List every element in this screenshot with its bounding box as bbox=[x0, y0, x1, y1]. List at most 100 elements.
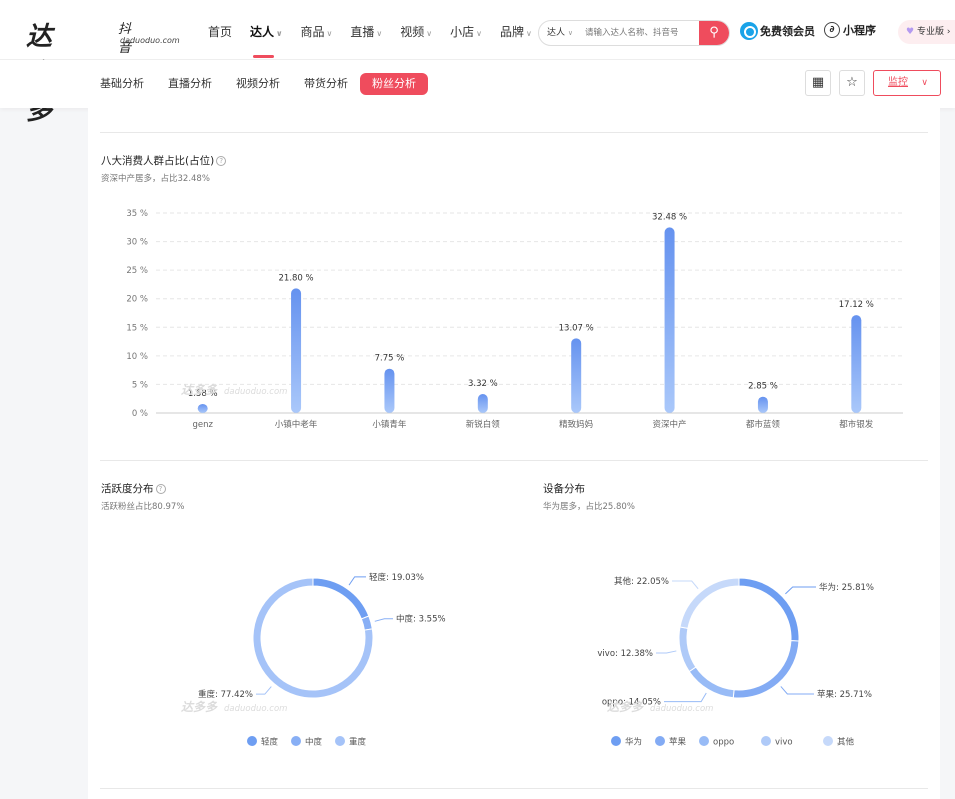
leader-line bbox=[785, 586, 816, 595]
y-tick-label: 15 % bbox=[126, 323, 148, 333]
tab-analysis-2[interactable]: 视频分析 bbox=[236, 73, 280, 95]
leader-line bbox=[348, 576, 366, 586]
main-nav: 首页 达人 ∨ 商品 ∨ 直播 ∨ 视频 ∨ 小店 ∨ 品牌 ∨ bbox=[208, 0, 550, 60]
search-button[interactable]: ⚲ bbox=[699, 21, 729, 45]
x-tick-label: 小镇青年 bbox=[372, 419, 407, 430]
qrcode-button[interactable]: ▦ bbox=[805, 70, 831, 96]
divider bbox=[100, 788, 928, 789]
help-icon[interactable]: ? bbox=[216, 156, 227, 166]
slice-label: 苹果: 25.71% bbox=[817, 689, 872, 700]
divider bbox=[100, 460, 928, 461]
favorite-button[interactable]: ☆ bbox=[839, 70, 865, 96]
device-section-title: 设备分布 bbox=[543, 483, 585, 495]
nav-item-label: 首页 bbox=[208, 25, 233, 39]
activity-section-subtitle: 活跃粉丝占比80.97% bbox=[101, 502, 185, 512]
watermark-logo: 达多多 bbox=[181, 700, 218, 714]
qrcode-icon: ▦ bbox=[811, 75, 825, 90]
nav-item-1[interactable]: 达人 ∨ bbox=[250, 0, 283, 60]
chevron-down-icon: ∨ bbox=[376, 29, 383, 38]
consumer-bar-chart: 0 %5 %10 %15 %20 %25 %30 %35 %1.58 %genz… bbox=[126, 209, 903, 430]
slice-label: 华为: 25.81% bbox=[819, 582, 874, 593]
mini-program-link[interactable]: ∂ 小程序 bbox=[824, 22, 876, 38]
consumer-title-text: 八大消费人群占比(占位) bbox=[101, 155, 215, 167]
fans-analysis-panel: 八大消费人群占比(占位)? 资深中产居多，占比32.48% 0 % 5 % 10 %… bbox=[88, 108, 940, 799]
logo-url: daduoduo.com bbox=[120, 36, 180, 45]
watermark-text: daduoduo.com bbox=[224, 704, 287, 714]
legend-swatch bbox=[699, 736, 709, 746]
y-tick-label: 10 % bbox=[126, 352, 148, 362]
legend-label: 轻度 bbox=[261, 737, 279, 748]
monitor-button[interactable]: 监控 ∨ bbox=[873, 70, 941, 96]
watermark-logo: 达多多 bbox=[607, 700, 644, 714]
pro-version-button[interactable]: ♥ 专业版 › bbox=[898, 20, 955, 44]
leader-line bbox=[780, 686, 814, 695]
divider bbox=[100, 132, 928, 133]
y-tick-label: 25 % bbox=[126, 266, 148, 276]
chevron-down-icon: ∨ bbox=[476, 29, 483, 38]
analysis-subnav: 基础分析 直播分析 视频分析 带货分析 粉丝分析 ▦ ☆ 监控 ∨ bbox=[0, 60, 955, 108]
search-type-select[interactable]: 达人 ∨ bbox=[547, 21, 573, 45]
search-icon: ⚲ bbox=[709, 25, 719, 40]
nav-item-4[interactable]: 视频 ∨ bbox=[400, 0, 432, 60]
legend-label: vivo bbox=[775, 738, 793, 748]
search-box: 达人 ∨ ⚲ bbox=[538, 20, 730, 46]
nav-item-5[interactable]: 小店 ∨ bbox=[450, 0, 482, 60]
star-icon: ☆ bbox=[846, 75, 858, 90]
x-tick-label: 都市银发 bbox=[839, 419, 874, 430]
leader-line bbox=[664, 692, 707, 703]
legend-label: 重度 bbox=[349, 737, 367, 748]
bar bbox=[757, 396, 768, 413]
x-tick-label: genz bbox=[192, 420, 213, 430]
slice-label: 重度: 77.42% bbox=[198, 689, 253, 700]
nav-item-label: 视频 bbox=[400, 25, 425, 39]
search-input[interactable] bbox=[585, 21, 701, 45]
bar bbox=[851, 315, 862, 413]
tab-analysis-0[interactable]: 基础分析 bbox=[100, 73, 144, 95]
activity-title-text: 活跃度分布 bbox=[101, 483, 154, 495]
activity-section-title: 活跃度分布? bbox=[101, 481, 166, 496]
diamond-icon: ♥ bbox=[906, 27, 915, 37]
legend-swatch bbox=[611, 736, 621, 746]
bar-value-label: 3.32 % bbox=[468, 379, 498, 389]
device-section-subtitle: 华为居多，占比25.80% bbox=[543, 502, 635, 512]
monitor-label: 监控 bbox=[888, 77, 908, 88]
nav-item-0[interactable]: 首页 bbox=[208, 0, 232, 60]
legend-label: 其他 bbox=[837, 737, 855, 748]
legend-swatch bbox=[655, 736, 665, 746]
legend-label: 中度 bbox=[305, 737, 323, 748]
vip-label: 免费领会员 bbox=[760, 25, 815, 38]
x-tick-label: 资深中产 bbox=[653, 419, 687, 430]
nav-item-6[interactable]: 品牌 ∨ bbox=[500, 0, 532, 60]
bar-value-label: 2.85 % bbox=[748, 382, 778, 392]
slice-label: vivo: 12.38% bbox=[597, 649, 653, 659]
slice-label: 其他: 22.05% bbox=[614, 576, 669, 587]
x-tick-label: 新锐白领 bbox=[466, 419, 501, 430]
watermark-logo: 达多多 bbox=[181, 383, 218, 397]
chevron-down-icon: ∨ bbox=[326, 29, 333, 38]
leader-line bbox=[672, 580, 699, 590]
activity-donut-chart: 轻度: 19.03% 中度: 3.55% 重度: 77.42%达多多 daduoduo… bbox=[181, 572, 446, 748]
tab-analysis-3[interactable]: 带货分析 bbox=[304, 73, 348, 95]
watermark-text: daduoduo.com bbox=[650, 704, 713, 714]
chevron-down-icon: ∨ bbox=[526, 29, 532, 38]
y-tick-label: 20 % bbox=[126, 295, 148, 305]
legend-label: 苹果 bbox=[669, 737, 687, 748]
nav-item-3[interactable]: 直播 ∨ bbox=[350, 0, 382, 60]
nav-item-label: 小店 bbox=[450, 25, 475, 39]
nav-item-label: 商品 bbox=[300, 25, 325, 39]
bar-value-label: 7.75 % bbox=[375, 354, 405, 364]
nav-item-2[interactable]: 商品 ∨ bbox=[301, 0, 333, 60]
device-donut-chart: 华为: 25.81%苹果: 25.71%oppo: 14.05%vivo: 12… bbox=[597, 576, 874, 748]
donut-slice bbox=[360, 615, 373, 631]
tab-analysis-1[interactable]: 直播分析 bbox=[168, 73, 212, 95]
slice-label: 中度: 3.55% bbox=[396, 614, 446, 625]
help-icon[interactable]: ? bbox=[155, 484, 166, 494]
watermark-text: daduoduo.com bbox=[224, 387, 287, 397]
donut-slice bbox=[688, 666, 735, 699]
consumer-section-subtitle: 资深中产居多，占比32.48% bbox=[101, 174, 210, 184]
tab-analysis-4[interactable]: 粉丝分析 bbox=[360, 73, 428, 95]
free-vip-link[interactable]: 免费领会员 bbox=[740, 22, 815, 40]
vip-icon bbox=[740, 22, 758, 40]
legend-swatch bbox=[823, 736, 833, 746]
bar bbox=[664, 227, 675, 413]
